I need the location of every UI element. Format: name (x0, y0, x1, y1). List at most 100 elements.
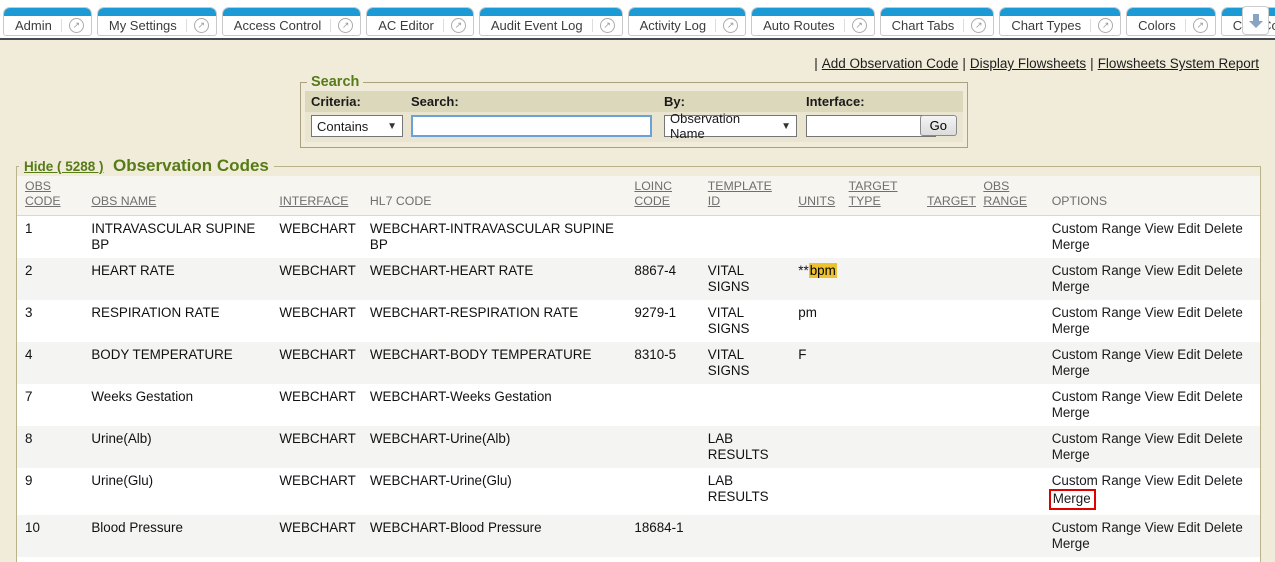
popout-icon[interactable]: ↗ (723, 18, 738, 33)
merge-link[interactable]: Merge (1052, 447, 1090, 462)
column-header-target[interactable]: TARGET (919, 176, 975, 216)
column-header-obs-code[interactable]: OBS CODE (17, 176, 83, 216)
tab-my-settings[interactable]: My Settings ↗ (97, 7, 217, 36)
column-header-obs-name[interactable]: OBS NAME (83, 176, 271, 216)
column-header-target-type[interactable]: TARGET TYPE (841, 176, 919, 216)
view-link[interactable]: View (1145, 347, 1174, 362)
popout-icon[interactable]: ↗ (451, 18, 466, 33)
tab-activity-log[interactable]: Activity Log ↗ (628, 7, 746, 36)
popout-icon[interactable]: ↗ (971, 18, 986, 33)
merge-link[interactable]: Merge (1049, 489, 1096, 510)
table-header-row: OBS CODEOBS NAMEINTERFACEHL7 CODELOINC C… (17, 176, 1260, 216)
tab-auto-routes[interactable]: Auto Routes ↗ (751, 7, 875, 36)
criteria-select[interactable]: Contains ▼ (311, 115, 403, 137)
edit-link[interactable]: Edit (1177, 431, 1200, 446)
merge-link[interactable]: Merge (1052, 405, 1090, 420)
delete-link[interactable]: Delete (1204, 263, 1243, 278)
column-header-loinc-code[interactable]: LOINC CODE (626, 176, 699, 216)
tab-chart-types[interactable]: Chart Types ↗ (999, 7, 1121, 36)
cell-loinc-code (626, 468, 699, 515)
tab-admin[interactable]: Admin ↗ (3, 7, 92, 36)
view-link[interactable]: View (1145, 305, 1174, 320)
popout-icon[interactable]: ↗ (600, 18, 615, 33)
delete-link[interactable]: Delete (1204, 473, 1243, 488)
merge-link[interactable]: Merge (1052, 536, 1090, 551)
custom-range-link[interactable]: Custom Range (1052, 305, 1141, 320)
view-link[interactable]: View (1145, 221, 1174, 236)
interface-select[interactable]: ▼ (806, 115, 936, 137)
cell-obs-name: Weeks Gestation (83, 384, 271, 426)
delete-link[interactable]: Delete (1204, 431, 1243, 446)
delete-link[interactable]: Delete (1204, 305, 1243, 320)
criteria-label: Criteria: (305, 91, 405, 112)
add-observation-code-link[interactable]: Add Observation Code (822, 56, 959, 71)
column-header-obs-range[interactable]: OBS RANGE (975, 176, 1043, 216)
popout-icon[interactable]: ↗ (852, 18, 867, 33)
delete-link[interactable]: Delete (1204, 389, 1243, 404)
column-header-label[interactable]: OBS NAME (91, 194, 156, 208)
view-link[interactable]: View (1145, 520, 1174, 535)
cell-obs-name: INTRAVASCULAR SUPINE BP (83, 216, 271, 259)
popout-icon[interactable]: ↗ (1098, 18, 1113, 33)
column-header-interface[interactable]: INTERFACE (271, 176, 362, 216)
cell-hl7-code: WEBCHART-Blood Pressure (362, 515, 626, 557)
custom-range-link[interactable]: Custom Range (1052, 347, 1141, 362)
column-header-label[interactable]: TARGET (927, 194, 976, 208)
custom-range-link[interactable]: Custom Range (1052, 221, 1141, 236)
tab-overflow-button[interactable] (1242, 6, 1269, 35)
merge-link[interactable]: Merge (1052, 363, 1090, 378)
popout-icon[interactable]: ↗ (69, 18, 84, 33)
tab-colors[interactable]: Colors ↗ (1126, 7, 1216, 36)
delete-link[interactable]: Delete (1204, 221, 1243, 236)
hide-link[interactable]: Hide ( 5288 ) (24, 159, 104, 174)
column-header-label[interactable]: INTERFACE (279, 194, 348, 208)
cell-loinc-code: 8867-4 (626, 258, 699, 300)
by-select[interactable]: Observation Name ▼ (664, 115, 797, 137)
cell-template-id (700, 515, 791, 557)
table-row: 11MvmntWEBCHARTWEBCHART-MvmntCustom Rang… (17, 557, 1260, 562)
cell-obs-range (975, 557, 1043, 562)
view-link[interactable]: View (1145, 473, 1174, 488)
delete-link[interactable]: Delete (1204, 520, 1243, 535)
tab-accent-strip (881, 8, 994, 16)
column-header-template-id[interactable]: TEMPLATE ID (700, 176, 791, 216)
tab-chart-tabs[interactable]: Chart Tabs ↗ (880, 7, 995, 36)
edit-link[interactable]: Edit (1177, 221, 1200, 236)
display-flowsheets-link[interactable]: Display Flowsheets (970, 56, 1086, 71)
view-link[interactable]: View (1145, 263, 1174, 278)
edit-link[interactable]: Edit (1177, 520, 1200, 535)
delete-link[interactable]: Delete (1204, 347, 1243, 362)
edit-link[interactable]: Edit (1177, 473, 1200, 488)
cell-template-id (700, 384, 791, 426)
custom-range-link[interactable]: Custom Range (1052, 263, 1141, 278)
search-input[interactable] (411, 115, 652, 137)
column-header-label[interactable]: LOINC CODE (634, 179, 672, 208)
merge-link[interactable]: Merge (1052, 321, 1090, 336)
popout-icon[interactable]: ↗ (1193, 18, 1208, 33)
tab-ac-editor[interactable]: AC Editor ↗ (366, 7, 474, 36)
custom-range-link[interactable]: Custom Range (1052, 389, 1141, 404)
view-link[interactable]: View (1145, 389, 1174, 404)
column-header-label[interactable]: UNITS (798, 194, 835, 208)
tab-audit-event-log[interactable]: Audit Event Log ↗ (479, 7, 623, 36)
popout-icon[interactable]: ↗ (194, 18, 209, 33)
view-link[interactable]: View (1145, 431, 1174, 446)
flowsheets-system-report-link[interactable]: Flowsheets System Report (1098, 56, 1259, 71)
tab-access-control[interactable]: Access Control ↗ (222, 7, 361, 36)
custom-range-link[interactable]: Custom Range (1052, 431, 1141, 446)
go-button[interactable]: Go (920, 115, 957, 136)
custom-range-link[interactable]: Custom Range (1052, 520, 1141, 535)
merge-link[interactable]: Merge (1052, 237, 1090, 252)
column-header-units[interactable]: UNITS (790, 176, 840, 216)
column-header-label[interactable]: OBS RANGE (983, 179, 1027, 208)
column-header-label[interactable]: TEMPLATE ID (708, 179, 772, 208)
edit-link[interactable]: Edit (1177, 347, 1200, 362)
edit-link[interactable]: Edit (1177, 305, 1200, 320)
column-header-label[interactable]: OBS CODE (25, 179, 61, 208)
edit-link[interactable]: Edit (1177, 263, 1200, 278)
edit-link[interactable]: Edit (1177, 389, 1200, 404)
column-header-label[interactable]: TARGET TYPE (849, 179, 898, 208)
popout-icon[interactable]: ↗ (338, 18, 353, 33)
merge-link[interactable]: Merge (1052, 279, 1090, 294)
custom-range-link[interactable]: Custom Range (1052, 473, 1141, 488)
